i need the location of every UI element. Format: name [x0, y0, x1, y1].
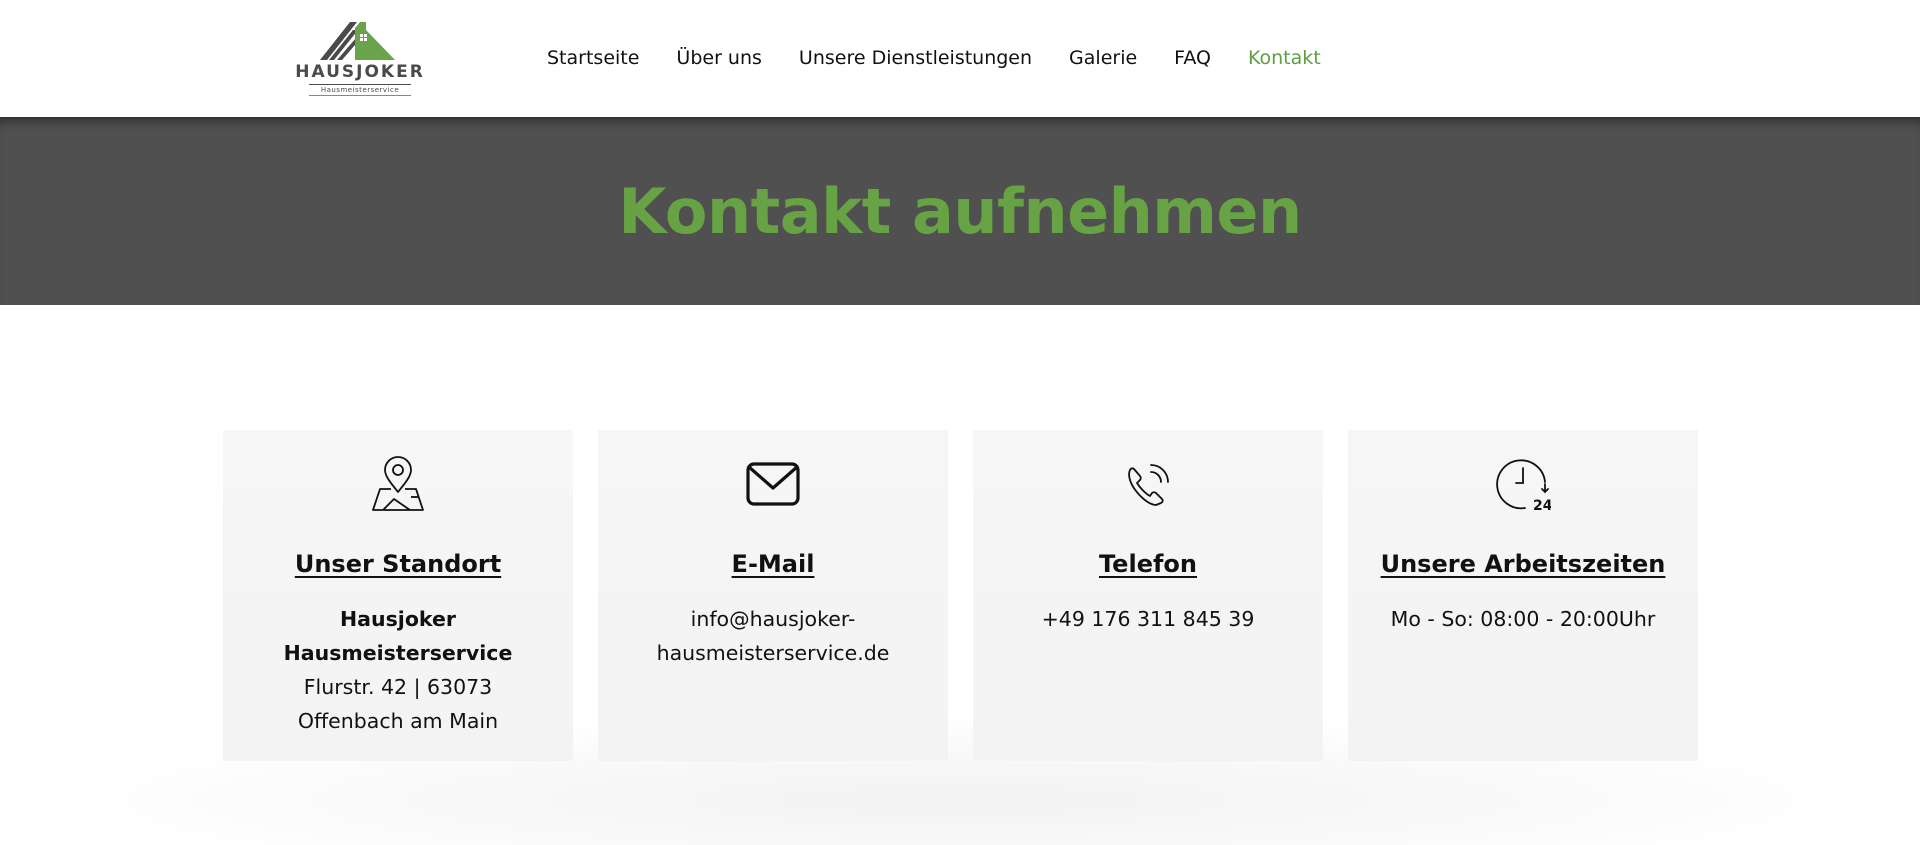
nav-item-galerie[interactable]: Galerie	[1069, 47, 1137, 69]
phone-icon	[1128, 464, 1169, 506]
hero-banner: Kontakt aufnehmen	[0, 117, 1920, 305]
logo-wordmark: HAUSJOKER	[295, 62, 425, 82]
site-header: HAUSJOKER Hausmeisterservice Startseite …	[0, 0, 1920, 117]
card-body: Hausjoker Hausmeisterservice Flurstr. 42…	[253, 602, 543, 738]
main-nav: Startseite Über uns Unsere Dienstleistun…	[547, 47, 1358, 69]
map-pin-icon	[372, 456, 424, 511]
nav-item-dienstleistungen[interactable]: Unsere Dienstleistungen	[799, 47, 1032, 69]
card-body: +49 176 311 845 39	[1003, 602, 1293, 636]
hours-text: Mo - So: 08:00 - 20:00Uhr	[1390, 607, 1656, 631]
nav-item-kontakt[interactable]: Kontakt	[1248, 47, 1321, 69]
card-title: Telefon	[1099, 550, 1197, 578]
company-name-line2: Hausmeisterservice	[283, 641, 513, 665]
nav-item-faq[interactable]: FAQ	[1174, 47, 1211, 69]
logo[interactable]: HAUSJOKER Hausmeisterservice	[285, 20, 435, 96]
phone-link[interactable]: +49 176 311 845 39	[1042, 607, 1255, 631]
company-name-line1: Hausjoker	[340, 607, 456, 631]
card-phone: Telefon +49 176 311 845 39	[973, 430, 1323, 761]
card-body: Mo - So: 08:00 - 20:00Uhr	[1378, 602, 1668, 636]
address-text: Flurstr. 42 | 63073 Offenbach am Main	[297, 675, 499, 733]
logo-tagline: Hausmeisterservice	[309, 84, 411, 96]
card-body: info@hausjoker-hausmeisterservice.de	[628, 602, 918, 670]
nav-item-startseite[interactable]: Startseite	[547, 47, 639, 69]
svg-text:24: 24	[1533, 498, 1551, 512]
card-location: Unser Standort Hausjoker Hausmeisterserv…	[223, 430, 573, 761]
card-title: Unsere Arbeitszeiten	[1380, 550, 1666, 578]
card-title: Unser Standort	[294, 550, 502, 578]
clock-24-icon: 24	[1496, 459, 1551, 512]
house-logo-icon	[320, 22, 395, 60]
card-email: E-Mail info@hausjoker-hausmeisterservice…	[598, 430, 948, 761]
envelope-icon	[746, 462, 800, 506]
email-link[interactable]: info@hausjoker-hausmeisterservice.de	[657, 607, 890, 665]
nav-item-ueber-uns[interactable]: Über uns	[676, 47, 762, 69]
page-title: Kontakt aufnehmen	[618, 175, 1302, 248]
card-hours: 24 Unsere Arbeitszeiten Mo - So: 08:00 -…	[1348, 430, 1698, 761]
card-title: E-Mail	[731, 550, 815, 578]
